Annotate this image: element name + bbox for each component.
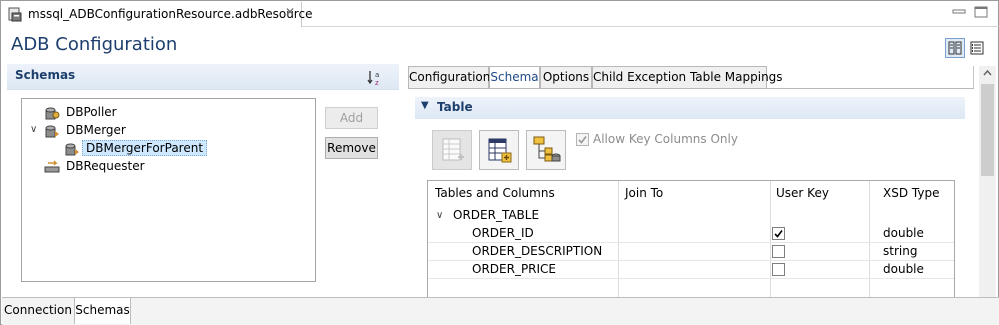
tab-connection[interactable]: Connection bbox=[2, 298, 75, 324]
page-title: ADB Configuration bbox=[11, 34, 178, 55]
column-name: ORDER_DESCRIPTION bbox=[472, 244, 603, 258]
xsd-type-cell[interactable]: double bbox=[883, 226, 924, 240]
remove-button[interactable]: Remove bbox=[325, 137, 378, 159]
xsd-type-cell[interactable]: string bbox=[883, 244, 917, 258]
rows-layout-button[interactable] bbox=[967, 38, 987, 58]
column-name: ORDER_ID bbox=[472, 226, 534, 240]
schema-details-panel: Configuration Schema Options Child Excep… bbox=[408, 66, 974, 299]
column-name: ORDER_PRICE bbox=[472, 262, 557, 276]
tab-configuration[interactable]: Configuration bbox=[408, 66, 490, 89]
columns-layout-icon bbox=[948, 41, 962, 55]
user-key-checkbox[interactable] bbox=[772, 263, 785, 276]
tree-item-dbmergerforparent[interactable]: DBMergerForParent bbox=[22, 140, 315, 158]
allow-key-columns-checkbox[interactable] bbox=[576, 133, 589, 146]
tree-item-label: DBPoller bbox=[66, 105, 117, 119]
schemas-section: Schemas a z DBPoller ∨ DBMerger DBMerger… bbox=[7, 64, 399, 297]
editor-tab-title: mssql_ADBConfigurationResource.adbResour… bbox=[28, 7, 313, 21]
tab-schemas[interactable]: Schemas bbox=[75, 298, 131, 324]
user-key-checkbox[interactable] bbox=[772, 227, 785, 240]
scroll-up-icon[interactable] bbox=[979, 66, 996, 80]
xsd-type-cell[interactable]: double bbox=[883, 262, 924, 276]
columns-grid: Tables and Columns Join To User Key XSD … bbox=[427, 180, 955, 299]
maximize-icon[interactable] bbox=[973, 5, 989, 19]
sort-az-icon[interactable]: a z bbox=[367, 69, 385, 87]
add-column-table-icon bbox=[488, 138, 512, 163]
add-column-table-button[interactable] bbox=[479, 130, 519, 170]
row-divider bbox=[428, 278, 954, 279]
close-icon[interactable]: ✕ bbox=[285, 5, 295, 19]
column-header-join-to[interactable]: Join To bbox=[625, 181, 663, 207]
tree-item-label: DBMergerForParent bbox=[82, 140, 208, 156]
tab-options[interactable]: Options bbox=[540, 66, 592, 89]
add-button[interactable]: Add bbox=[325, 107, 378, 129]
collapse-triangle-icon[interactable]: ▼ bbox=[421, 100, 429, 111]
tree-item-label: DBMerger bbox=[66, 123, 126, 137]
table-section-title: Table bbox=[437, 100, 473, 114]
table-name: ORDER_TABLE bbox=[453, 208, 540, 222]
page-tabs-bar: Connection Schemas bbox=[2, 297, 999, 325]
column-header-user-key[interactable]: User Key bbox=[776, 181, 829, 207]
db-merger-icon bbox=[65, 143, 79, 156]
schema-tab-body: ▼ Table Allow Key Columns Only Tables an… bbox=[408, 88, 974, 299]
tabstrip-divider bbox=[302, 26, 999, 27]
chevron-down-icon[interactable]: ∨ bbox=[436, 210, 443, 221]
tree-item-label: DBRequester bbox=[66, 159, 145, 173]
db-poller-icon bbox=[45, 107, 60, 120]
schemas-section-title: Schemas bbox=[15, 68, 76, 82]
tree-item-dbpoller[interactable]: DBPoller bbox=[22, 104, 315, 122]
editor-tab[interactable]: mssql_ADBConfigurationResource.adbResour… bbox=[2, 2, 312, 27]
svg-text:a: a bbox=[375, 71, 379, 79]
vertical-scrollbar[interactable] bbox=[979, 66, 996, 297]
schemas-tree[interactable]: DBPoller ∨ DBMerger DBMergerForParent DB… bbox=[21, 98, 316, 282]
tab-child-exception-table-mappings[interactable]: Child Exception Table Mappings bbox=[592, 66, 783, 89]
checkmark-icon bbox=[774, 230, 783, 238]
tree-item-dbmerger[interactable]: ∨ DBMerger bbox=[22, 122, 315, 140]
add-table-icon bbox=[442, 138, 464, 161]
key-columns-button[interactable] bbox=[526, 130, 566, 170]
db-merger-icon bbox=[45, 125, 59, 138]
add-table-button[interactable] bbox=[432, 130, 472, 170]
table-row[interactable]: ORDER_ID double bbox=[428, 225, 954, 243]
editor-window: mssql_ADBConfigurationResource.adbResour… bbox=[0, 0, 999, 325]
scrollbar-thumb[interactable] bbox=[981, 84, 994, 176]
key-columns-icon bbox=[533, 136, 561, 162]
columns-layout-button[interactable] bbox=[945, 38, 965, 58]
column-header-xsd-type[interactable]: XSD Type bbox=[883, 181, 939, 207]
checkmark-icon bbox=[578, 136, 587, 144]
svg-text:z: z bbox=[375, 79, 379, 87]
tree-item-dbrequester[interactable]: DBRequester bbox=[22, 158, 315, 176]
table-section-header[interactable]: ▼ Table bbox=[415, 97, 965, 119]
tab-schema[interactable]: Schema bbox=[489, 66, 540, 89]
user-key-checkbox[interactable] bbox=[772, 245, 785, 258]
adb-resource-file-icon bbox=[8, 7, 22, 22]
table-row[interactable]: ORDER_PRICE double bbox=[428, 261, 954, 279]
table-row[interactable]: ORDER_DESCRIPTION string bbox=[428, 243, 954, 261]
minimize-icon[interactable] bbox=[951, 5, 967, 19]
chevron-down-icon[interactable]: ∨ bbox=[30, 124, 37, 135]
allow-key-columns-label: Allow Key Columns Only bbox=[593, 132, 738, 146]
table-row-order-table[interactable]: ∨ ORDER_TABLE bbox=[428, 207, 954, 225]
schemas-section-header: Schemas a z bbox=[7, 64, 399, 90]
column-header-tables-and-columns[interactable]: Tables and Columns bbox=[435, 181, 555, 207]
db-requester-icon bbox=[44, 160, 60, 173]
rows-layout-icon bbox=[970, 41, 984, 55]
